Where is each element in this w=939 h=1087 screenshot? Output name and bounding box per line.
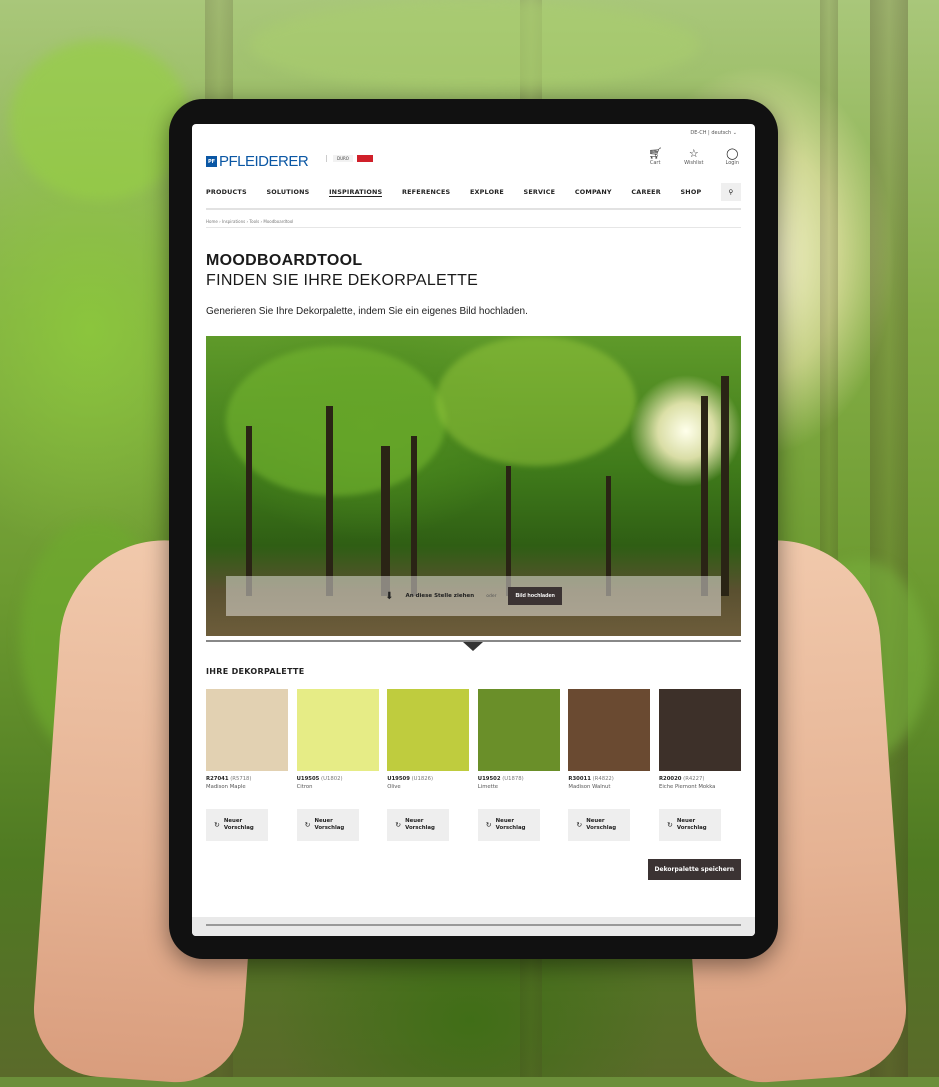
footer-band xyxy=(192,917,755,936)
brand-chips: DURO xyxy=(326,155,373,162)
upload-image-button[interactable]: Bild hochladen xyxy=(508,587,562,605)
refresh-icon: ↻ xyxy=(666,821,673,829)
nav-item-references[interactable]: REFERENCES xyxy=(402,188,450,196)
refresh-icon: ↻ xyxy=(485,821,492,829)
decor-code: U19505 (U1802) xyxy=(296,776,343,782)
cart-label: Cart xyxy=(649,160,661,166)
decor-name: Limette xyxy=(477,784,499,790)
new-suggestion-button[interactable]: ↻ Neuer Vorschlag xyxy=(658,809,721,841)
cart-button[interactable]: 🛒︎ Cart xyxy=(648,147,663,167)
uploaded-image-dropzone[interactable]: ⬇ An diese Stelle ziehen oder Bild hochl… xyxy=(206,336,741,636)
decor-name: Citron xyxy=(296,784,313,790)
new-suggestion-label: Neuer Vorschlag xyxy=(314,818,345,831)
decor-code: R27041 (R5718) xyxy=(206,776,252,782)
nav-item-service[interactable]: SERVICE xyxy=(524,188,556,196)
palette-grid: R27041 (R5718) Madison Maple ↻ Neuer Vors… xyxy=(206,689,741,841)
palette-title: IHRE DEKORPALETTE xyxy=(206,667,305,676)
decor-code: R30011 (R4822) xyxy=(568,776,614,782)
main-nav: PRODUCTS SOLUTIONS INSPIRATIONS REFERENC… xyxy=(206,183,741,201)
nav-item-solutions[interactable]: SOLUTIONS xyxy=(266,188,309,196)
breadcrumb-divider xyxy=(206,227,741,228)
swatch-item: U19505 (U1802) Citron ↻ Neuer Vorschlag xyxy=(296,689,379,841)
swatch-item: U19502 (U1878) Limette ↻ Neuer Vorschlag xyxy=(477,689,560,841)
new-suggestion-label: Neuer Vorschlag xyxy=(223,818,254,831)
drop-label: An diese Stelle ziehen xyxy=(405,593,475,599)
star-icon: ☆ xyxy=(688,147,699,160)
new-suggestion-label: Neuer Vorschlag xyxy=(676,818,707,831)
swatch-item: R27041 (R5718) Madison Maple ↻ Neuer Vors… xyxy=(206,689,288,841)
swatch-item: R20020 (R4227) Eiche Piemont Mokka ↻ Neu… xyxy=(658,689,741,841)
page-intro: Generieren Sie Ihre Dekorpalette, indem … xyxy=(206,306,528,317)
cart-icon: 🛒︎ xyxy=(648,147,663,160)
wishlist-label: Wishlist xyxy=(684,160,704,166)
tablet-device: DE-CH | deutsch ⌄ PF PFLEIDERER DURO 🛒︎ … xyxy=(169,99,778,959)
new-suggestion-button[interactable]: ↻ Neuer Vorschlag xyxy=(387,809,450,841)
wishlist-button[interactable]: ☆ Wishlist xyxy=(684,147,704,167)
brand-chip-red xyxy=(356,155,373,162)
footer-divider xyxy=(206,924,741,926)
refresh-icon: ↻ xyxy=(214,821,220,829)
pfleiderer-logo[interactable]: PF PFLEIDERER xyxy=(206,153,309,170)
brand-chip-duro: DURO xyxy=(333,155,353,162)
nav-divider xyxy=(206,208,741,210)
new-suggestion-button[interactable]: ↻ Neuer Vorschlag xyxy=(206,809,268,841)
decor-name: Olive xyxy=(387,784,401,790)
login-button[interactable]: ◯ Login xyxy=(725,147,740,167)
page-title: MOODBOARDTOOL xyxy=(206,252,363,269)
decor-name: Madison Walnut xyxy=(568,784,611,790)
new-suggestion-label: Neuer Vorschlag xyxy=(405,818,435,831)
tablet-screen: DE-CH | deutsch ⌄ PF PFLEIDERER DURO 🛒︎ … xyxy=(192,124,755,936)
logo-text: PFLEIDERER xyxy=(219,153,309,170)
decor-swatch[interactable] xyxy=(568,689,651,771)
download-arrow-icon: ⬇ xyxy=(385,590,394,602)
decor-code: U19502 (U1878) xyxy=(477,776,524,782)
login-label: Login xyxy=(725,160,740,166)
pointer-triangle-icon xyxy=(463,642,483,651)
language-selector[interactable]: DE-CH | deutsch ⌄ xyxy=(690,130,737,136)
decor-name: Eiche Piemont Mokka xyxy=(658,784,716,790)
decor-swatch[interactable] xyxy=(296,689,379,771)
decor-swatch[interactable] xyxy=(477,689,560,771)
swatch-item: R30011 (R4822) Madison Walnut ↻ Neuer Vor… xyxy=(568,689,651,841)
swatch-item: U19509 (U1826) Olive ↻ Neuer Vorschlag xyxy=(387,689,470,841)
new-suggestion-button[interactable]: ↻ Neuer Vorschlag xyxy=(568,809,631,841)
nav-item-company[interactable]: COMPANY xyxy=(575,188,612,196)
refresh-icon: ↻ xyxy=(304,821,311,829)
nav-item-shop[interactable]: SHOP xyxy=(680,188,701,196)
logo-mark-icon: PF xyxy=(206,156,217,167)
new-suggestion-label: Neuer Vorschlag xyxy=(586,818,617,831)
new-suggestion-button[interactable]: ↻ Neuer Vorschlag xyxy=(296,809,359,841)
decor-code: R20020 (R4227) xyxy=(658,776,705,782)
save-palette-button[interactable]: Dekorpalette speichern xyxy=(647,859,741,880)
decor-code: U19509 (U1826) xyxy=(387,776,434,782)
nav-item-inspirations[interactable]: INSPIRATIONS xyxy=(329,188,383,197)
refresh-icon: ↻ xyxy=(576,821,583,829)
header-icons: 🛒︎ Cart ☆ Wishlist ◯ Login xyxy=(648,147,740,167)
nav-item-products[interactable]: PRODUCTS xyxy=(206,188,247,196)
new-suggestion-label: Neuer Vorschlag xyxy=(495,818,526,831)
nav-item-career[interactable]: CAREER xyxy=(631,188,660,196)
upload-bar: ⬇ An diese Stelle ziehen oder Bild hochl… xyxy=(226,576,721,616)
refresh-icon: ↻ xyxy=(395,821,402,829)
decor-swatch[interactable] xyxy=(387,689,470,771)
nav-item-explore[interactable]: EXPLORE xyxy=(470,188,504,196)
user-icon: ◯ xyxy=(726,147,739,160)
decor-swatch[interactable] xyxy=(206,689,288,771)
breadcrumb[interactable]: Home › Inspirations › Tools › Moodboardt… xyxy=(206,219,293,224)
page-subtitle: FINDEN SIE IHRE DEKORPALETTE xyxy=(206,272,479,289)
or-label: oder xyxy=(486,593,497,599)
search-button[interactable]: ⚲ xyxy=(720,183,741,201)
search-icon: ⚲ xyxy=(728,188,734,196)
new-suggestion-button[interactable]: ↻ Neuer Vorschlag xyxy=(477,809,540,841)
decor-name: Madison Maple xyxy=(206,784,246,790)
decor-swatch[interactable] xyxy=(658,689,741,771)
